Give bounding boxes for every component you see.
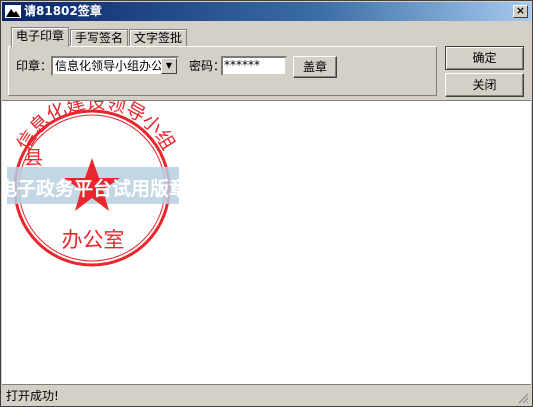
seal-select-value: 信息化领导小组办公室 <box>55 59 161 73</box>
tab-electronic-seal[interactable]: 电子印章 <box>11 27 70 47</box>
mountain-icon <box>5 5 21 18</box>
stamp-button[interactable]: 盖章 <box>293 56 337 78</box>
window-title: 请81802签章 <box>24 4 102 18</box>
sign-dialog: 请81802签章 × 电子印章 手写签名 文字签批 印章： 信息化领导小组办公室… <box>0 0 533 407</box>
status-bar: 打开成功! <box>2 384 531 406</box>
tab-handwritten-signature[interactable]: 手写签名 <box>70 29 129 47</box>
resize-grip-icon[interactable] <box>517 392 529 404</box>
seal-stamp: 信息化建设领导小组 县 电子政务平台试用版章 办公室 <box>2 101 188 267</box>
seal-prefix-text: 县 <box>24 147 43 169</box>
status-message: 打开成功! <box>6 389 59 403</box>
close-window-button[interactable]: × <box>513 5 528 18</box>
password-input[interactable]: ****** <box>221 56 287 76</box>
stamp-preview-area[interactable]: 信息化建设领导小组 县 电子政务平台试用版章 办公室 <box>2 100 531 385</box>
password-label: 密码： <box>189 59 226 73</box>
seal-select[interactable]: 信息化领导小组办公室 ▼ <box>51 56 179 76</box>
chevron-down-icon[interactable]: ▼ <box>161 58 177 74</box>
seal-bottom-text: 办公室 <box>62 228 125 252</box>
watermark-text: 电子政务平台试用版章 <box>2 177 188 200</box>
seal-label: 印章： <box>16 59 53 73</box>
title-bar[interactable]: 请81802签章 × <box>2 2 531 21</box>
close-button[interactable]: 关闭 <box>445 73 524 97</box>
tab-text-approval[interactable]: 文字签批 <box>129 29 188 47</box>
tab-strip: 电子印章 手写签名 文字签批 <box>11 27 188 47</box>
confirm-button[interactable]: 确定 <box>445 46 524 70</box>
seal-tab-panel: 印章： 信息化领导小组办公室 ▼ 密码： ****** 盖章 <box>8 46 437 96</box>
